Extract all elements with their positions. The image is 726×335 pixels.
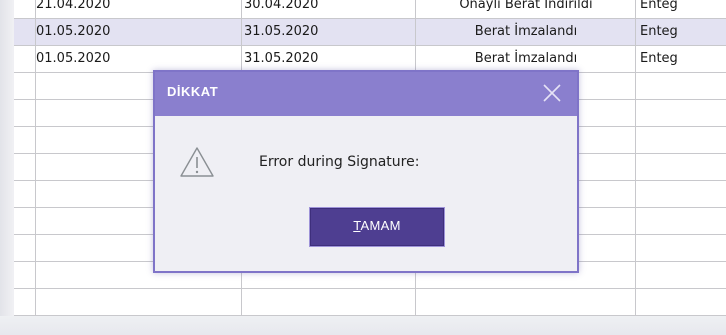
table-cell xyxy=(636,127,726,154)
table-cell xyxy=(242,289,417,316)
table-cell: Enteg xyxy=(640,24,678,39)
table-cell xyxy=(636,262,726,289)
table-cell: 21.04.2020 xyxy=(36,0,111,12)
ok-button-mnemonic: T xyxy=(353,218,361,233)
dialog-titlebar: DİKKAT xyxy=(155,72,577,116)
dialog-message: Error during Signature: xyxy=(259,154,420,170)
table-cell xyxy=(636,181,726,208)
column-divider xyxy=(35,0,36,316)
table-cell: Berat İmzalandı xyxy=(474,24,578,39)
window-frame-left xyxy=(0,0,14,335)
dialog-body: Error during Signature: TAMAM xyxy=(155,116,577,271)
table-cell: 31.05.2020 xyxy=(244,51,319,66)
alert-dialog: DİKKAT Error during Signature: TAMAM xyxy=(153,70,579,273)
table-cell xyxy=(636,100,726,127)
table-cell xyxy=(636,208,726,235)
table-cell xyxy=(416,289,636,316)
table-cell: 31.05.2020 xyxy=(244,24,319,39)
table-cell: 01.05.2020 xyxy=(36,24,111,39)
table-cell: 30.04.2020 xyxy=(244,0,319,12)
warning-icon xyxy=(179,146,215,178)
table-cell xyxy=(636,235,726,262)
close-icon[interactable] xyxy=(541,82,563,104)
window-frame-bottom xyxy=(0,316,726,335)
dialog-title: DİKKAT xyxy=(167,84,219,99)
table-row[interactable] xyxy=(14,289,726,316)
table-row[interactable]: 01.05.2020 31.05.2020 Berat İmzalandı Enteg xyxy=(14,46,726,73)
table-cell: Enteg xyxy=(640,0,678,12)
table-cell: Berat İmzalandı xyxy=(474,51,578,66)
table-cell: Onaylı Berat İndirildi xyxy=(459,0,593,12)
column-divider xyxy=(635,0,636,316)
table-cell xyxy=(35,289,241,316)
table-row[interactable]: 21.04.2020 30.04.2020 Onaylı Berat İndiril… xyxy=(14,0,726,19)
table-cell xyxy=(636,73,726,100)
table-cell xyxy=(636,154,726,181)
table-cell: 01.05.2020 xyxy=(36,51,111,66)
ok-button[interactable]: TAMAM xyxy=(310,208,444,246)
ok-button-label: AMAM xyxy=(360,218,401,233)
table-row[interactable]: 01.05.2020 31.05.2020 Berat İmzalandı Enteg xyxy=(14,19,726,46)
table-cell xyxy=(636,289,726,316)
table-cell: Enteg xyxy=(640,51,678,66)
